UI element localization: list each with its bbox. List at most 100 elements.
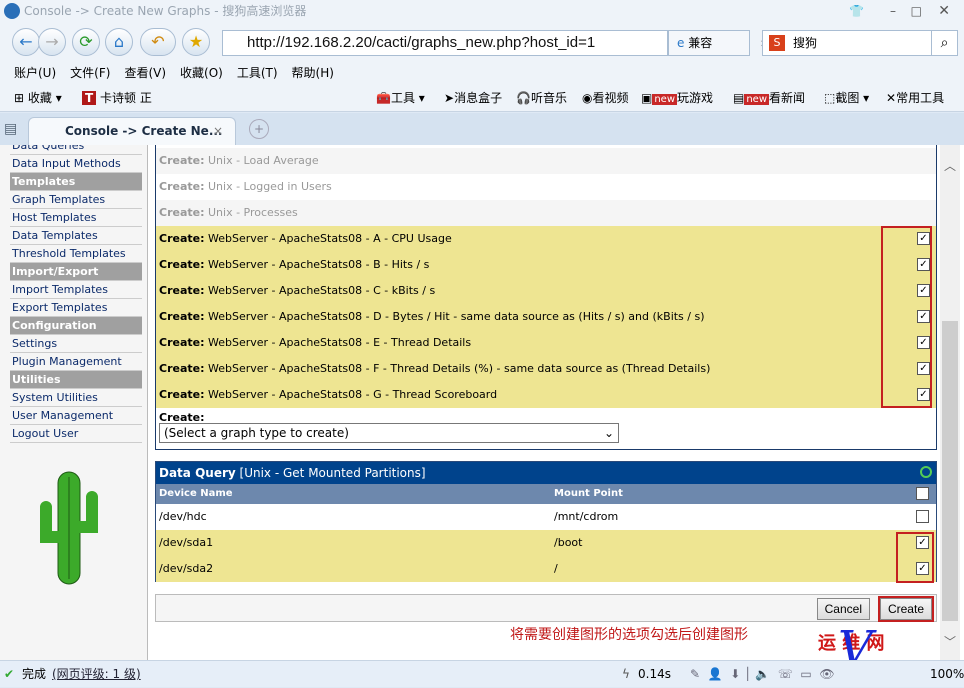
forward-button[interactable]: →: [38, 28, 66, 56]
create-prefix: Create:: [159, 310, 205, 323]
news-button[interactable]: ▤ new 看新闻: [733, 85, 805, 113]
mount-point: /: [554, 562, 558, 575]
message-box-button[interactable]: ➤消息盒子: [444, 85, 502, 112]
ie-icon: e: [677, 36, 689, 50]
template-name: Unix - Load Average: [208, 154, 319, 167]
select-value: (Select a graph type to create): [164, 426, 349, 440]
row-checkbox[interactable]: [916, 510, 929, 523]
menu-tools[interactable]: 工具(T): [237, 66, 278, 80]
home-button[interactable]: ⌂: [105, 28, 133, 56]
create-button[interactable]: Create: [877, 596, 935, 622]
template-name: Unix - Processes: [208, 206, 298, 219]
done-check-icon: ✔: [4, 667, 15, 681]
window-title: Console -> Create New Graphs - 搜狗高速浏览器: [24, 4, 307, 18]
graph-template-row[interactable]: Create: WebServer - ApacheStats08 - A - …: [156, 226, 936, 252]
search-input[interactable]: S 搜狗 ⌕: [762, 30, 958, 56]
search-icon[interactable]: ⌕: [931, 31, 957, 55]
sidebar-section-header: Templates: [10, 173, 142, 191]
sidebar-item[interactable]: Plugin Management: [10, 353, 142, 371]
graph-template-row[interactable]: Create: Unix - Logged in Users: [156, 174, 936, 200]
tab-console[interactable]: Console -> Create Ne... ×: [28, 117, 236, 145]
graph-template-row[interactable]: Create: WebServer - ApacheStats08 - E - …: [156, 330, 936, 356]
graph-template-row[interactable]: Create: WebServer - ApacheStats08 - B - …: [156, 252, 936, 278]
speed-icon: ϟ: [622, 667, 630, 681]
sidebar-item[interactable]: Data Templates: [10, 227, 142, 245]
favorite-star-button[interactable]: ★: [182, 28, 210, 56]
sidebar-item[interactable]: Settings: [10, 335, 142, 353]
graph-template-row[interactable]: Create: WebServer - ApacheStats08 - D - …: [156, 304, 936, 330]
sidebar-item[interactable]: Logout User: [10, 425, 142, 443]
menu-account[interactable]: 账户(U): [14, 66, 56, 80]
load-time: 0.14s: [638, 667, 671, 681]
sidebar-item[interactable]: System Utilities: [10, 389, 142, 407]
scroll-up-icon[interactable]: ︿: [944, 157, 956, 174]
vertical-scrollbar[interactable]: ︿ ﹀: [940, 145, 960, 660]
favorites-bar: ⊞ 收藏 ▾ T 卡诗顿 正 🧰工具 ▾ ➤消息盒子 🎧听音乐 ◉看视频 ▣ ne…: [0, 85, 964, 112]
new-tab-button[interactable]: +: [249, 119, 269, 139]
create-prefix: Create:: [159, 232, 205, 245]
sidebar-toggle-icon[interactable]: ▤: [4, 121, 17, 137]
music-button[interactable]: 🎧听音乐: [516, 85, 567, 112]
menu-view[interactable]: 查看(V): [124, 66, 166, 80]
graph-template-row[interactable]: Create: WebServer - ApacheStats08 - C - …: [156, 278, 936, 304]
create-prefix: Create:: [159, 154, 205, 167]
refresh-button[interactable]: ⟳: [72, 28, 100, 56]
compat-label: 兼容: [688, 36, 713, 50]
template-name: WebServer - ApacheStats08 - D - Bytes / …: [208, 310, 705, 323]
scroll-down-icon[interactable]: ﹀: [944, 633, 956, 650]
data-query-row[interactable]: /dev/sda2/✓: [156, 556, 936, 582]
select-all-checkbox[interactable]: [916, 487, 929, 500]
screenshot-button[interactable]: ⬚截图 ▾: [824, 85, 869, 112]
data-query-title: Data Query: [159, 466, 236, 480]
sidebar-item[interactable]: Graph Templates: [10, 191, 142, 209]
graph-type-select[interactable]: (Select a graph type to create) ⌄: [159, 423, 619, 443]
tab-close-icon[interactable]: ×: [213, 118, 223, 144]
sidebar-item[interactable]: User Management: [10, 407, 142, 425]
template-name: WebServer - ApacheStats08 - F - Thread D…: [208, 362, 711, 375]
sidebar-item[interactable]: Import Templates: [10, 281, 142, 299]
status-done: 完成: [22, 667, 47, 681]
chevron-down-icon: ⌄: [603, 426, 614, 440]
menu-file[interactable]: 文件(F): [70, 66, 110, 80]
back-button[interactable]: ←: [12, 28, 40, 56]
template-name: WebServer - ApacheStats08 - B - Hits / s: [208, 258, 430, 271]
sidebar-item[interactable]: Host Templates: [10, 209, 142, 227]
skin-icon[interactable]: 👕: [849, 0, 864, 22]
graph-template-row[interactable]: Create: Unix - Processes: [156, 200, 936, 226]
compat-mode-button[interactable]: e 兼容›: [668, 30, 765, 56]
video-button[interactable]: ◉看视频: [582, 85, 629, 112]
maximize-button[interactable]: □: [911, 0, 922, 22]
create-prefix: Create:: [159, 362, 205, 375]
address-bar[interactable]: http://192.168.2.20/cacti/graphs_new.php…: [222, 30, 668, 56]
graph-template-row[interactable]: Create: WebServer - ApacheStats08 - F - …: [156, 356, 936, 382]
menu-help[interactable]: 帮助(H): [292, 66, 334, 80]
data-query-row[interactable]: /dev/hdc/mnt/cdrom: [156, 504, 936, 530]
col-mount-point: Mount Point: [554, 488, 623, 499]
create-prefix: Create:: [159, 258, 205, 271]
scrollbar-thumb[interactable]: [942, 321, 958, 621]
cancel-button[interactable]: Cancel: [816, 598, 870, 620]
minimize-button[interactable]: –: [890, 0, 896, 22]
navigation-toolbar: ← → ⟳ ⌂ ↶ ★ http://192.168.2.20/cacti/gr…: [0, 22, 964, 62]
sidebar-item[interactable]: Data Input Methods: [10, 155, 142, 173]
graph-template-row[interactable]: Create: WebServer - ApacheStats08 - G - …: [156, 382, 936, 408]
sidebar-item[interactable]: Data Queries: [10, 145, 142, 155]
page-content: Data Queries Data Input Methods Templates G…: [0, 145, 964, 660]
page-rating-link[interactable]: (网页评级: 1 级): [52, 661, 141, 688]
zoom-level[interactable]: 100%: [930, 661, 964, 688]
menu-favorites[interactable]: 收藏(O): [180, 66, 223, 80]
favorites-menu[interactable]: ⊞ 收藏 ▾: [14, 85, 62, 112]
url-text: http://192.168.2.20/cacti/graphs_new.php…: [247, 34, 596, 51]
common-tools-button[interactable]: ✕常用工具: [886, 85, 944, 112]
bookmark-item[interactable]: T 卡诗顿 正: [82, 85, 152, 112]
graph-template-row[interactable]: Create: Unix - Load Average: [156, 148, 936, 174]
search-placeholder: 搜狗: [793, 36, 818, 50]
sidebar-item[interactable]: Export Templates: [10, 299, 142, 317]
undo-close-button[interactable]: ↶: [140, 28, 176, 56]
games-button[interactable]: ▣ new 玩游戏: [641, 85, 713, 113]
tools-menu[interactable]: 🧰工具 ▾: [376, 85, 425, 112]
status-icons[interactable]: ✎ 👤 ⬇ │ 🔈 ☏ ▭ 👁: [690, 661, 835, 688]
sidebar-item[interactable]: Threshold Templates: [10, 245, 142, 263]
data-query-row[interactable]: /dev/sda1/boot ✓: [156, 530, 936, 556]
close-window-button[interactable]: ✕: [938, 0, 950, 22]
